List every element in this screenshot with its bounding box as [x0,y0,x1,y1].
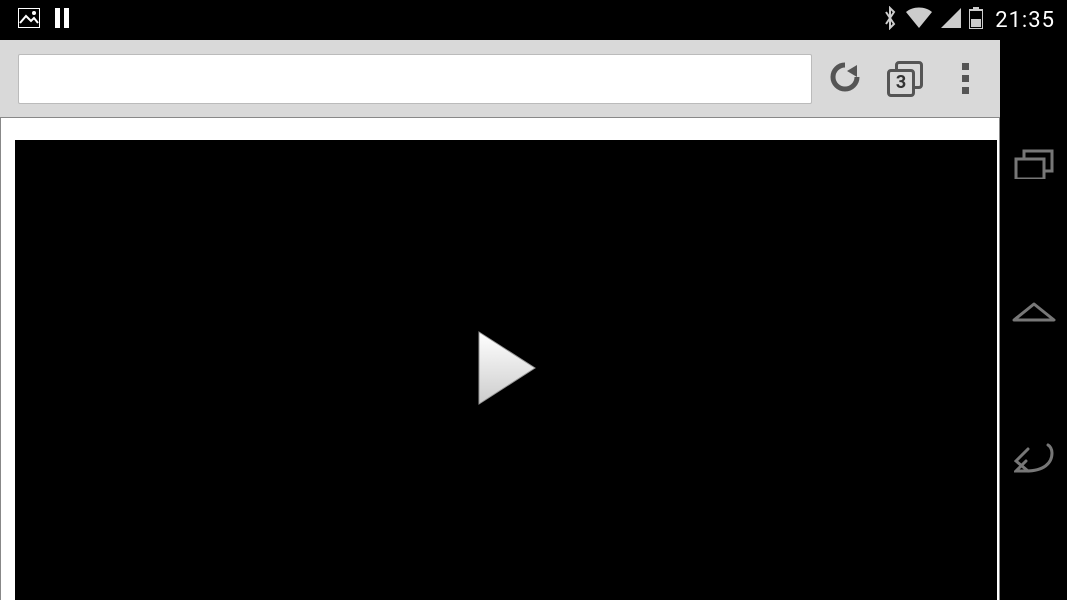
status-time: 21:35 [995,8,1055,33]
recent-apps-icon [1014,149,1054,179]
back-icon [1014,443,1054,477]
page-content [0,118,1000,600]
browser-window: 3 [0,40,1000,600]
browser-toolbar: 3 [0,40,1000,118]
status-left [18,8,70,32]
reload-icon [827,59,863,99]
tabs-icon: 3 [887,61,923,97]
tabs-button[interactable]: 3 [878,52,932,106]
page-header-strip [1,118,999,140]
back-button[interactable] [1014,443,1054,481]
play-icon [471,328,541,408]
reload-button[interactable] [818,52,872,106]
battery-icon [969,7,983,33]
url-input[interactable] [18,54,812,104]
home-button[interactable] [1012,300,1056,326]
status-bar: 21:35 [0,0,1067,40]
video-player [15,140,997,600]
status-right: 21:35 [883,6,1055,34]
bluetooth-icon [883,6,897,34]
pause-icon [54,8,70,32]
play-button[interactable] [471,328,541,412]
recent-apps-button[interactable] [1014,149,1054,183]
menu-icon [962,63,969,94]
menu-button[interactable] [938,52,992,106]
signal-icon [941,8,961,32]
tabs-count: 3 [887,69,915,97]
home-icon [1012,300,1056,322]
system-nav-bar [1000,40,1067,600]
wifi-icon [905,7,933,33]
image-icon [18,8,40,32]
